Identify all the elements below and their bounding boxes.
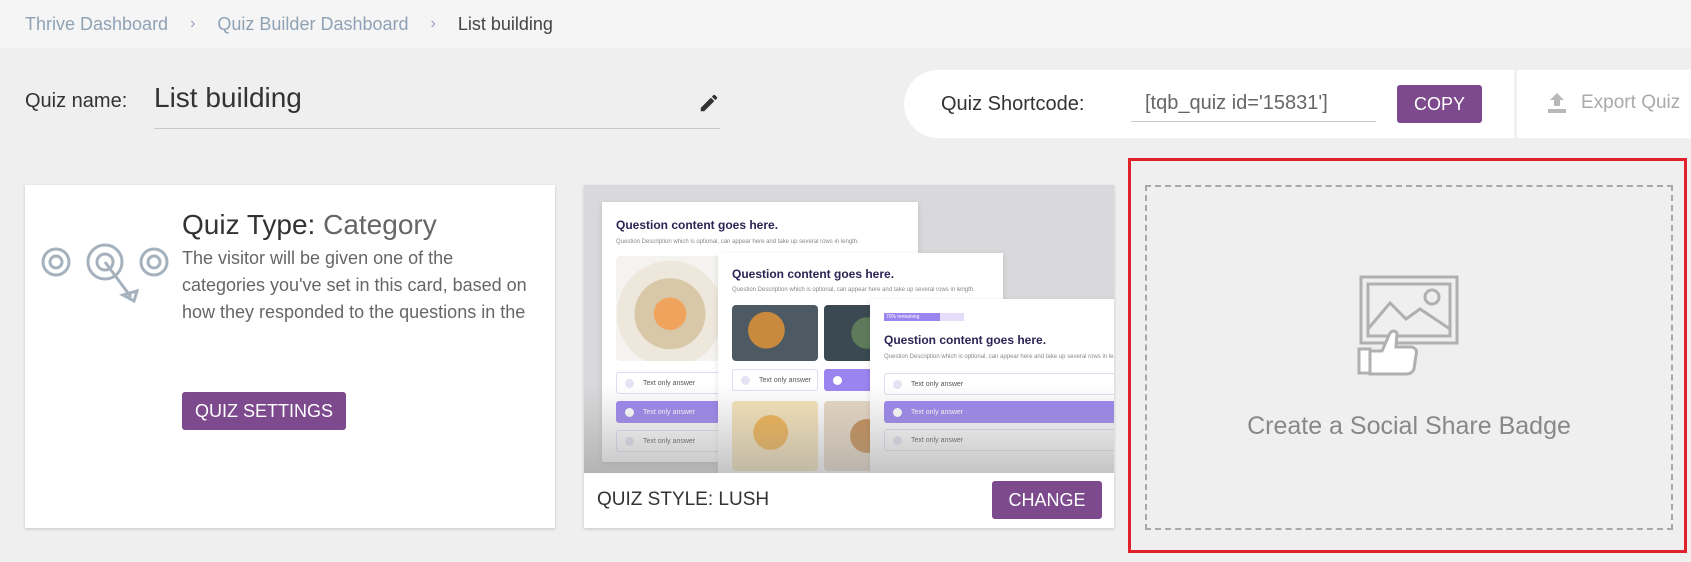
create-social-badge-button[interactable]: Create a Social Share Badge	[1145, 185, 1673, 530]
breadcrumb-quiz-builder-dashboard[interactable]: Quiz Builder Dashboard	[217, 14, 408, 35]
preview-progress-text: 70% remaining	[886, 314, 920, 320]
upload-icon	[1548, 93, 1566, 113]
quiz-type-title: Quiz Type: Category	[182, 209, 437, 241]
preview-description: Question Description which is optional, …	[884, 354, 1114, 360]
quiz-type-prefix: Quiz Type:	[182, 209, 316, 240]
shortcode-input[interactable]	[1131, 86, 1376, 122]
breadcrumb: Thrive Dashboard › Quiz Builder Dashboar…	[0, 0, 1691, 48]
preview-description: Question Description which is optional, …	[732, 287, 975, 293]
export-quiz-label: Export Quiz	[1581, 92, 1681, 113]
quiz-settings-button[interactable]: QUIZ SETTINGS	[182, 392, 346, 430]
quiz-name-field[interactable]: List building	[154, 76, 720, 129]
quiz-type-description: The visitor will be given one of the cat…	[182, 248, 527, 322]
preview-fade-overlay	[584, 385, 1114, 473]
breadcrumb-thrive-dashboard[interactable]: Thrive Dashboard	[25, 14, 168, 35]
quiz-style-label: QUIZ STYLE: LUSH	[597, 489, 770, 510]
export-quiz-button[interactable]: Export Quiz	[1547, 92, 1680, 114]
quiz-style-card: Question content goes here. Question Des…	[584, 185, 1114, 528]
preview-question: Question content goes here.	[732, 267, 895, 281]
food-image	[732, 305, 818, 361]
shortcode-panel: Quiz Shortcode: COPY	[904, 70, 1514, 138]
image-thumbs-up-icon	[1357, 275, 1459, 376]
quiz-name-value: List building	[154, 82, 302, 113]
quiz-type-value: Category	[323, 209, 437, 240]
export-panel: Export Quiz	[1517, 70, 1691, 138]
breadcrumb-separator: ›	[430, 15, 436, 32]
preview-question: Question content goes here.	[616, 218, 779, 232]
breadcrumb-separator: ›	[190, 15, 196, 32]
copy-button[interactable]: COPY	[1397, 85, 1482, 123]
quiz-style-preview[interactable]: Question content goes here. Question Des…	[584, 185, 1114, 473]
preview-progress-bar: 70% remaining	[884, 313, 964, 321]
change-style-button[interactable]: CHANGE	[992, 481, 1102, 519]
breadcrumb-current: List building	[457, 13, 553, 34]
quiz-type-card: Quiz Type: Category The visitor will be …	[25, 185, 555, 528]
preview-question: Question content goes here.	[884, 333, 1047, 347]
quiz-name-label: Quiz name:	[25, 90, 128, 112]
preview-description: Question Description which is optional, …	[616, 239, 859, 245]
pencil-icon[interactable]	[698, 92, 720, 114]
social-badge-label: Create a Social Share Badge	[1247, 412, 1571, 440]
shortcode-label: Quiz Shortcode:	[941, 93, 1085, 115]
targets-arrow-icon	[41, 243, 169, 304]
